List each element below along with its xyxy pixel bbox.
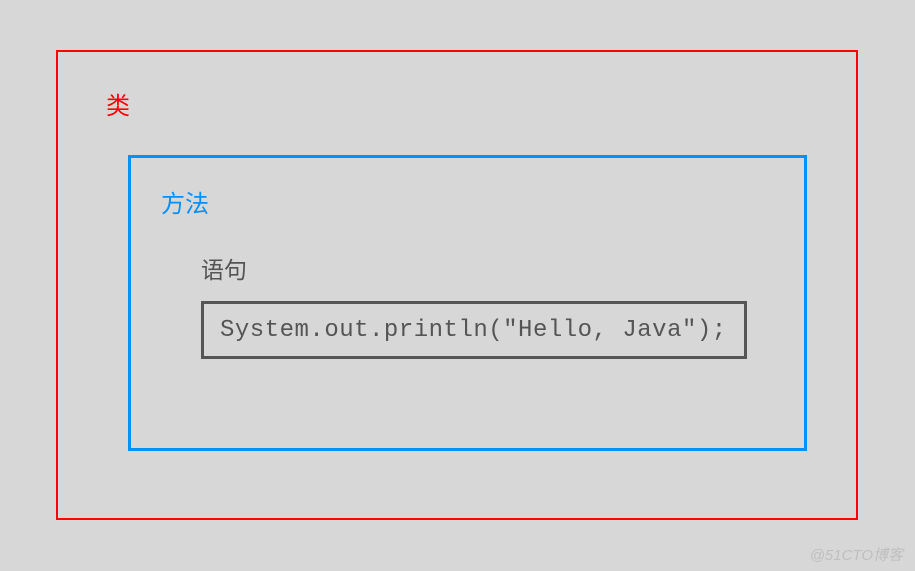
class-label: 类 <box>106 86 826 121</box>
method-label: 方法 <box>161 184 784 219</box>
statement-label: 语句 <box>201 251 784 285</box>
watermark: @51CTO博客 <box>810 544 903 565</box>
method-box: 方法 语句 System.out.println("Hello, Java"); <box>128 155 807 451</box>
statement-code: System.out.println("Hello, Java"); <box>220 317 727 344</box>
statement-box: System.out.println("Hello, Java"); <box>201 301 747 359</box>
class-box: 类 方法 语句 System.out.println("Hello, Java"… <box>56 50 858 520</box>
